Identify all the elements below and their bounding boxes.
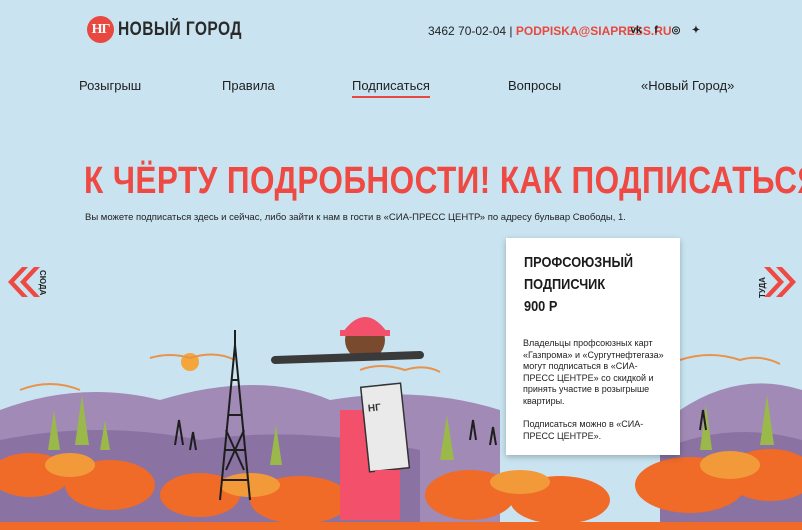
nav-item-subscribe[interactable]: Подписаться (352, 78, 430, 98)
facebook-icon[interactable]: f (650, 24, 662, 36)
social-links: vk f ◎ ✦ (630, 24, 702, 36)
prev-arrow-icon[interactable] (6, 265, 40, 299)
card-title: ПРОФСОЮЗНЫЙ ПОДПИСЧИК 900 Р (524, 252, 643, 318)
card-title-line1: ПРОФСОЮЗНЫЙ (524, 254, 634, 271)
card-title-line2: ПОДПИСЧИК (524, 276, 606, 293)
main-nav: Розыгрыш Правила Подписаться Вопросы «Но… (0, 78, 802, 100)
illustration: НГ (0, 317, 802, 530)
page-title: К ЧЁРТУ ПОДРОБНОСТИ! КАК ПОДПИСАТЬСЯ? (84, 160, 802, 202)
card-note: Подписаться можно в «СИА-ПРЕСС ЦЕНТРЕ». (523, 419, 644, 441)
logo-text: НОВЫЙ ГОРОД (118, 18, 242, 40)
subscription-card: ПРОФСОЮЗНЫЙ ПОДПИСЧИК 900 Р Владельцы пр… (506, 238, 680, 455)
site-logo[interactable]: НГ НОВЫЙ ГОРОД (87, 16, 269, 43)
next-arrow-icon[interactable] (764, 265, 798, 299)
nav-item-draw[interactable]: Розыгрыш (79, 78, 141, 93)
svg-text:НГ: НГ (367, 402, 381, 414)
card-description: Владельцы профсоюзных карт «Газпрома» и … (523, 338, 664, 406)
phone-number: 3462 70-02-04 | (428, 24, 513, 38)
card-price: 900 Р (524, 298, 558, 315)
vk-icon[interactable]: vk (630, 24, 642, 36)
nav-item-rules[interactable]: Правила (222, 78, 275, 93)
twitter-icon[interactable]: ✦ (690, 24, 702, 36)
logo-mark: НГ (87, 16, 114, 43)
prev-label[interactable]: СЮДА (38, 270, 47, 295)
next-label[interactable]: ТУДА (758, 277, 767, 298)
lead-text: Вы можете подписаться здесь и сейчас, ли… (85, 212, 626, 223)
instagram-icon[interactable]: ◎ (670, 24, 682, 36)
nav-item-questions[interactable]: Вопросы (508, 78, 561, 93)
page: НГ НГ НОВЫЙ ГОРОД 3462 70-02-04 | PODPIS… (0, 0, 802, 530)
nav-item-novy-gorod[interactable]: «Новый Город» (641, 78, 734, 93)
